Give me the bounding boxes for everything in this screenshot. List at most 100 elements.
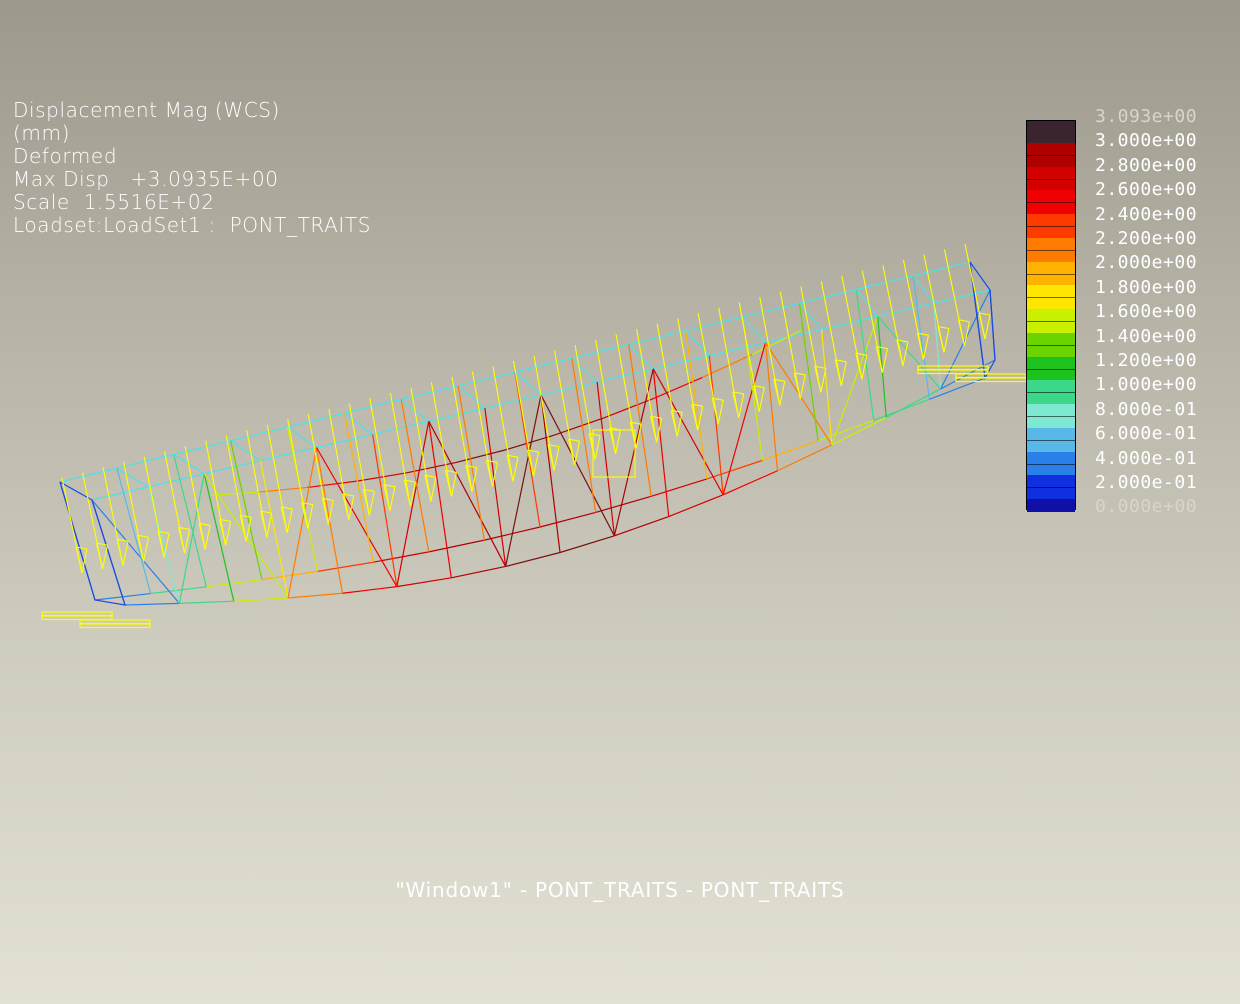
load-arrow-head [307, 504, 314, 529]
bottom-chord-front [451, 565, 506, 579]
legend-tick [1027, 226, 1075, 227]
load-arrow-head [840, 361, 847, 386]
bottom-chord-front [233, 597, 289, 602]
legend-value-label: 0.000e+00 [1095, 496, 1198, 518]
vertical-member [540, 394, 561, 553]
vertical-member [821, 329, 833, 445]
load-arrow-head [881, 348, 888, 373]
load-arrow-shaft [718, 307, 740, 419]
load-arrow-head [568, 439, 576, 466]
load-arrow-head [937, 325, 950, 330]
load-arrow-head [814, 366, 822, 393]
load-arrow-head [485, 460, 493, 487]
load-arrow-shaft [389, 392, 411, 507]
load-arrow-shaft [225, 435, 247, 542]
legend-value-label: 1.200e+00 [1095, 350, 1198, 371]
legend-tick [1027, 249, 1075, 251]
support-constraint [917, 369, 989, 375]
bottom-chord-rear [206, 578, 262, 588]
deformed-top-chord [356, 472, 407, 482]
load-arrow-shaft [820, 281, 842, 386]
load-arrow-head [389, 486, 396, 511]
load-arrow-shaft [697, 313, 719, 425]
support-constraint [41, 611, 113, 617]
vertical-member [203, 473, 235, 602]
load-arrow-head [779, 381, 786, 406]
result-units: (mm) [13, 121, 70, 145]
load-arrow-shaft [677, 318, 699, 431]
legend-tick [1027, 178, 1075, 180]
load-arrows [61, 243, 991, 574]
bottom-chord-front [885, 388, 941, 418]
vertical-member [628, 344, 652, 497]
legend-tick [1027, 463, 1075, 465]
bottom-chord-rear [317, 561, 374, 572]
load-arrow-head [758, 387, 765, 412]
load-arrow-head [937, 326, 945, 353]
load-arrow-head [362, 489, 370, 516]
legend-tick [1027, 416, 1075, 417]
diagonal-member [540, 394, 615, 537]
legend-tick [1027, 487, 1075, 489]
window-title-caption: "Window1" - PONT_TRAITS - PONT_TRAITS [395, 878, 845, 902]
load-arrow-shaft [246, 430, 268, 538]
load-arrow-head [198, 523, 206, 550]
legend-value-label: 4.000e-01 [1095, 447, 1198, 469]
bottom-chord-front [559, 535, 615, 554]
load-arrow-head [506, 455, 514, 482]
legend-tick [1027, 297, 1075, 299]
deformation-scale: Scale 1.5516E+02 [13, 190, 215, 214]
load-arrow-head [532, 451, 540, 477]
legend-value-label: 2.600e+00 [1095, 179, 1198, 201]
legend-value-label: 1.400e+00 [1095, 325, 1198, 347]
load-arrow-head [450, 472, 457, 497]
load-arrow-shaft [430, 382, 452, 497]
legend-tick [1027, 273, 1075, 275]
deformed-top-chord [554, 417, 604, 436]
load-arrow-shaft [841, 275, 863, 380]
vertical-member [372, 434, 398, 587]
deformed-top-chord [751, 329, 802, 356]
load-arrow-head [615, 429, 622, 455]
load-arrow-head [958, 319, 970, 323]
result-quantity: Displacement Mag (WCS) [13, 98, 280, 122]
vertical-member [933, 303, 942, 390]
load-arrow-head [650, 416, 658, 443]
legend-value-label: 3.000e+00 [1095, 130, 1198, 152]
load-arrow-head [75, 546, 88, 550]
load-arrow-head [793, 372, 801, 399]
diagonal-member [287, 447, 318, 599]
load-arrow-head [635, 424, 642, 449]
load-arrow-head [978, 312, 991, 316]
legend-value-label: 8.000e-01 [1095, 398, 1198, 420]
load-arrow-shaft [779, 291, 801, 399]
load-arrow-head [101, 544, 109, 570]
load-arrow-head [116, 539, 124, 566]
vertical-member [571, 358, 597, 513]
load-arrow-head [430, 477, 437, 502]
bottom-chord-rear [539, 511, 596, 528]
diagonal-member [428, 420, 507, 567]
load-arrow-head [588, 433, 596, 460]
cross-member [457, 385, 486, 409]
max-displacement: Max Disp +3.0935E+00 [13, 167, 279, 191]
vertical-member [877, 316, 887, 418]
support-constraint [41, 615, 113, 621]
legend-value-label: 2.000e-01 [1095, 472, 1198, 493]
load-arrow-head [204, 525, 211, 550]
bridge-truss-model [59, 261, 996, 606]
bottom-chord-rear [651, 478, 708, 497]
load-arrow-head [984, 314, 991, 340]
legend-tick [1027, 321, 1075, 322]
load-arrow-head [738, 393, 745, 419]
load-arrow-shaft [615, 334, 637, 449]
load-arrow-head [465, 465, 473, 492]
load-arrow-head [75, 546, 83, 574]
bottom-chord-front [722, 470, 778, 496]
loadset-label: Loadset:LoadSet1 : PONT_TRAITS [13, 213, 372, 237]
load-arrow-head [594, 435, 601, 460]
load-arrow-head [225, 521, 232, 546]
legend-value-label: 1.800e+00 [1095, 276, 1198, 298]
legend-tick [1027, 154, 1075, 156]
load-arrow-head [286, 508, 293, 534]
